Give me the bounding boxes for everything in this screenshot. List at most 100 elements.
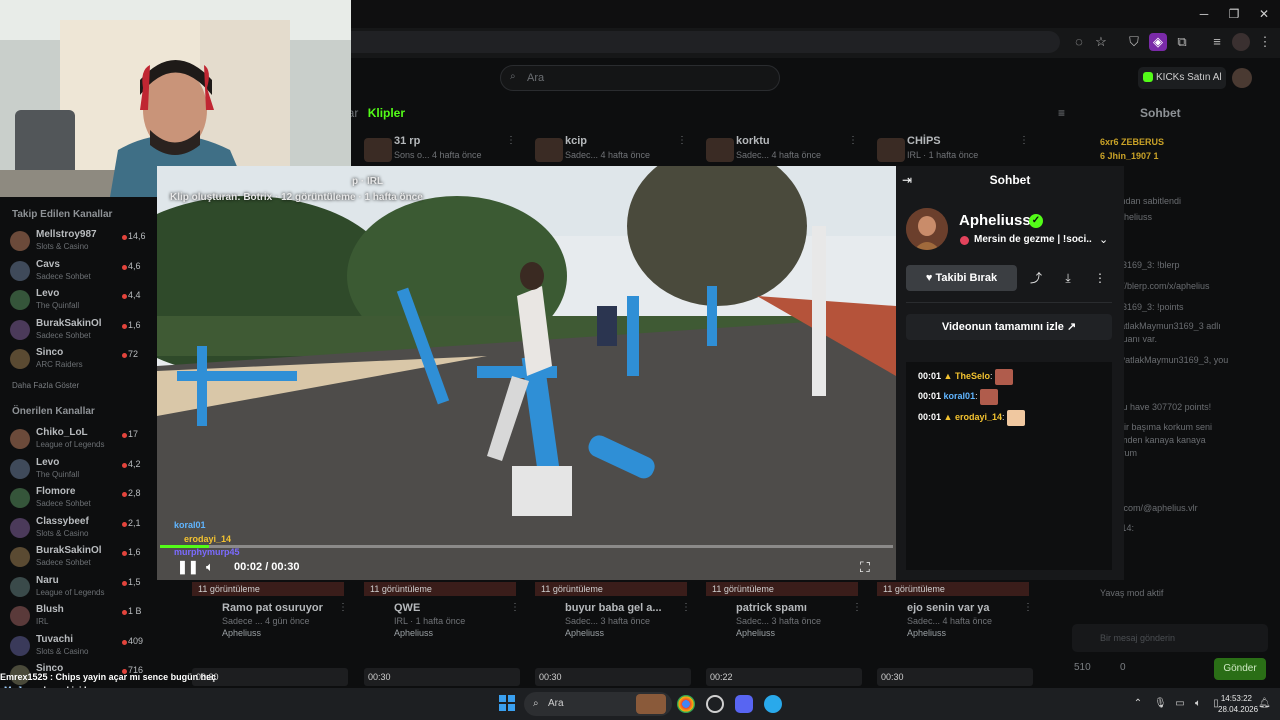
channel-item[interactable]: Cavs Sadece Sohbet 4,6 <box>10 257 160 287</box>
unfollow-label: Takibi Bırak <box>935 272 998 284</box>
heart-icon: ♥ <box>925 272 933 284</box>
kebab-icon[interactable]: ⋮ <box>681 602 691 613</box>
minimize-icon[interactable]: ─ <box>1192 4 1216 24</box>
discord-icon[interactable] <box>735 695 753 713</box>
kebab-icon[interactable]: ⋮ <box>338 602 348 613</box>
clip-card[interactable]: 11 görüntüleme buyur baba gel a... Sadec… <box>535 582 695 642</box>
channel-name: BurakSakinOl <box>36 317 102 329</box>
profile-icon[interactable] <box>1232 33 1250 51</box>
star-icon[interactable]: ☆ <box>1092 33 1110 51</box>
send-button[interactable]: Gönder <box>1214 658 1266 680</box>
media-icon[interactable]: ≡ <box>1208 33 1226 51</box>
video-time: 00:02 / 00:30 <box>234 561 300 573</box>
channel-item[interactable]: Flomore Sadece Sohbet 2,8 <box>10 484 160 514</box>
kebab-icon[interactable]: ⋮ <box>1019 135 1029 146</box>
video-progress-track[interactable] <box>160 545 893 548</box>
eye-off-icon[interactable]: ◌ <box>1070 33 1088 51</box>
chat-line: 385 puanı var. <box>1100 334 1158 344</box>
channel-avatar <box>10 635 30 656</box>
kebab-icon[interactable]: ⋮ <box>852 602 862 613</box>
channel-item[interactable]: BurakSakinOl Sadece Sohbet 1,6 <box>10 316 160 346</box>
pause-icon[interactable]: ❚❚ <box>177 559 199 575</box>
channel-name: BurakSakinOl <box>36 545 102 556</box>
chrome-icon[interactable] <box>677 695 695 713</box>
clip-video-player[interactable] <box>157 166 896 580</box>
channel-item[interactable]: Tuvachi Slots & Casino 409 <box>10 632 160 662</box>
chevron-up-icon[interactable]: ⌃ <box>1132 698 1144 710</box>
kebab-icon[interactable]: ⋮ <box>1023 602 1033 613</box>
channel-points[interactable]: 510 <box>1074 662 1091 673</box>
clip-author[interactable]: Apheliuss <box>394 628 433 638</box>
chevron-down-icon[interactable]: ⌄ <box>1099 233 1111 247</box>
telegram-icon[interactable] <box>764 695 782 713</box>
clip-card[interactable]: 11 görüntüleme patrick spamı Sadec... 3 … <box>706 582 866 642</box>
unfollow-button[interactable]: ♥ Takibi Bırak <box>906 265 1017 291</box>
system-clock[interactable]: 14:53:22 28.04.2026 <box>1218 693 1258 715</box>
kebab-icon[interactable]: ⋮ <box>506 135 516 146</box>
kebab-icon[interactable]: ⋮ <box>848 135 858 146</box>
channel-avatar <box>10 517 30 538</box>
notification-icon[interactable]: 🔔︎ <box>1258 698 1271 710</box>
clip-subtitle: Sadec... 3 hafta önce <box>565 616 651 626</box>
speaker-icon[interactable]: 🔈︎ <box>1192 698 1204 710</box>
share-icon[interactable]: ⤴ <box>1023 265 1049 291</box>
kicks-icon <box>1143 72 1153 82</box>
channel-item[interactable]: Naru League of Legends 1,5 <box>10 573 160 603</box>
video-progress-fill <box>160 545 209 548</box>
channel-item[interactable]: Classybeef Slots & Casino 2,1 <box>10 514 160 544</box>
microphone-icon[interactable]: 🎙︎ <box>1154 698 1167 710</box>
clip-author[interactable]: Apheliuss <box>565 628 604 638</box>
channel-category: League of Legends <box>36 440 105 449</box>
clip-title: ejo senin var ya <box>907 602 990 614</box>
kebab-icon[interactable]: ⋮ <box>510 602 520 613</box>
viewer-count: 1 B <box>128 606 142 616</box>
clip-card[interactable]: 11 görüntüleme ejo senin var ya Sadec...… <box>877 582 1037 642</box>
maximize-icon[interactable]: ❐ <box>1222 4 1246 24</box>
close-icon[interactable]: ✕ <box>1252 4 1276 24</box>
shield-icon[interactable]: ⛉ <box>1125 33 1143 51</box>
viewer-count: 4,4 <box>128 290 141 300</box>
watch-full-video-button[interactable]: Videonun tamamını izle ↗ <box>906 314 1112 340</box>
emote-image <box>980 388 999 405</box>
clip-views: 11 görüntüleme <box>706 582 858 596</box>
streamer-name[interactable]: Apheliuss <box>959 212 1031 229</box>
clip-title: kcip <box>565 135 588 147</box>
chat-username[interactable]: erodayi_14 <box>955 412 1002 422</box>
clip-card[interactable]: 11 görüntüleme QWE IRL · 1 hafta önce Ap… <box>364 582 524 642</box>
clip-card[interactable]: 11 görüntüleme Ramo pat osuruyor Sadece … <box>192 582 352 642</box>
extension-icon[interactable]: ◈ <box>1149 33 1167 51</box>
channel-avatar <box>10 606 30 626</box>
clip-duration: 00:30 <box>877 668 1033 686</box>
steam-icon[interactable] <box>706 695 724 713</box>
menu-icon[interactable]: ⋮ <box>1256 33 1274 51</box>
volume-icon[interactable]: 🔈︎ <box>206 559 222 575</box>
windows-start-icon[interactable] <box>499 695 515 711</box>
channel-item[interactable]: Levo The Quinfall 4,2 <box>10 455 160 485</box>
channel-item[interactable]: BurakSakinOl Sadece Sohbet 1,6 <box>10 543 160 573</box>
puzzle-icon[interactable]: ⧉ <box>1173 33 1191 51</box>
channel-item[interactable]: Chiko_LoL League of Legends 17 <box>10 425 160 455</box>
tab-clips[interactable]: Klipler <box>368 106 405 120</box>
channel-item[interactable]: Levo The Quinfall 4,4 <box>10 286 160 316</box>
network-icon[interactable]: ▭ <box>1174 698 1186 710</box>
more-icon[interactable]: ⋮ <box>1087 265 1113 291</box>
sort-icon[interactable]: ≡ <box>1058 106 1074 122</box>
channel-category: The Quinfall <box>36 301 80 310</box>
streamer-avatar[interactable] <box>906 208 948 250</box>
channel-item[interactable]: Sinco ARC Raiders 72 <box>10 345 160 375</box>
channel-item[interactable]: Mellstroy987 Slots & Casino 14,6 <box>10 227 160 257</box>
fullscreen-icon[interactable]: ⛶ <box>860 559 876 575</box>
clip-author[interactable]: Apheliuss <box>907 628 946 638</box>
overlay-chat-user: koral01 <box>174 520 206 530</box>
show-more-link[interactable]: Daha Fazla Göster <box>12 381 79 390</box>
chat-message-input[interactable]: Bir mesaj gönderin <box>1072 624 1268 652</box>
chat-username[interactable]: koral01 <box>944 391 976 401</box>
user-avatar[interactable] <box>1232 68 1252 88</box>
channel-item[interactable]: Blush IRL 1 B <box>10 602 160 632</box>
kebab-icon[interactable]: ⋮ <box>677 135 687 146</box>
clip-author[interactable]: Apheliuss <box>736 628 775 638</box>
download-icon[interactable]: ⤓ <box>1055 265 1081 291</box>
search-input[interactable]: Ara <box>500 65 780 91</box>
chat-username[interactable]: TheSelo <box>955 371 990 381</box>
clip-author[interactable]: Apheliuss <box>222 628 261 638</box>
